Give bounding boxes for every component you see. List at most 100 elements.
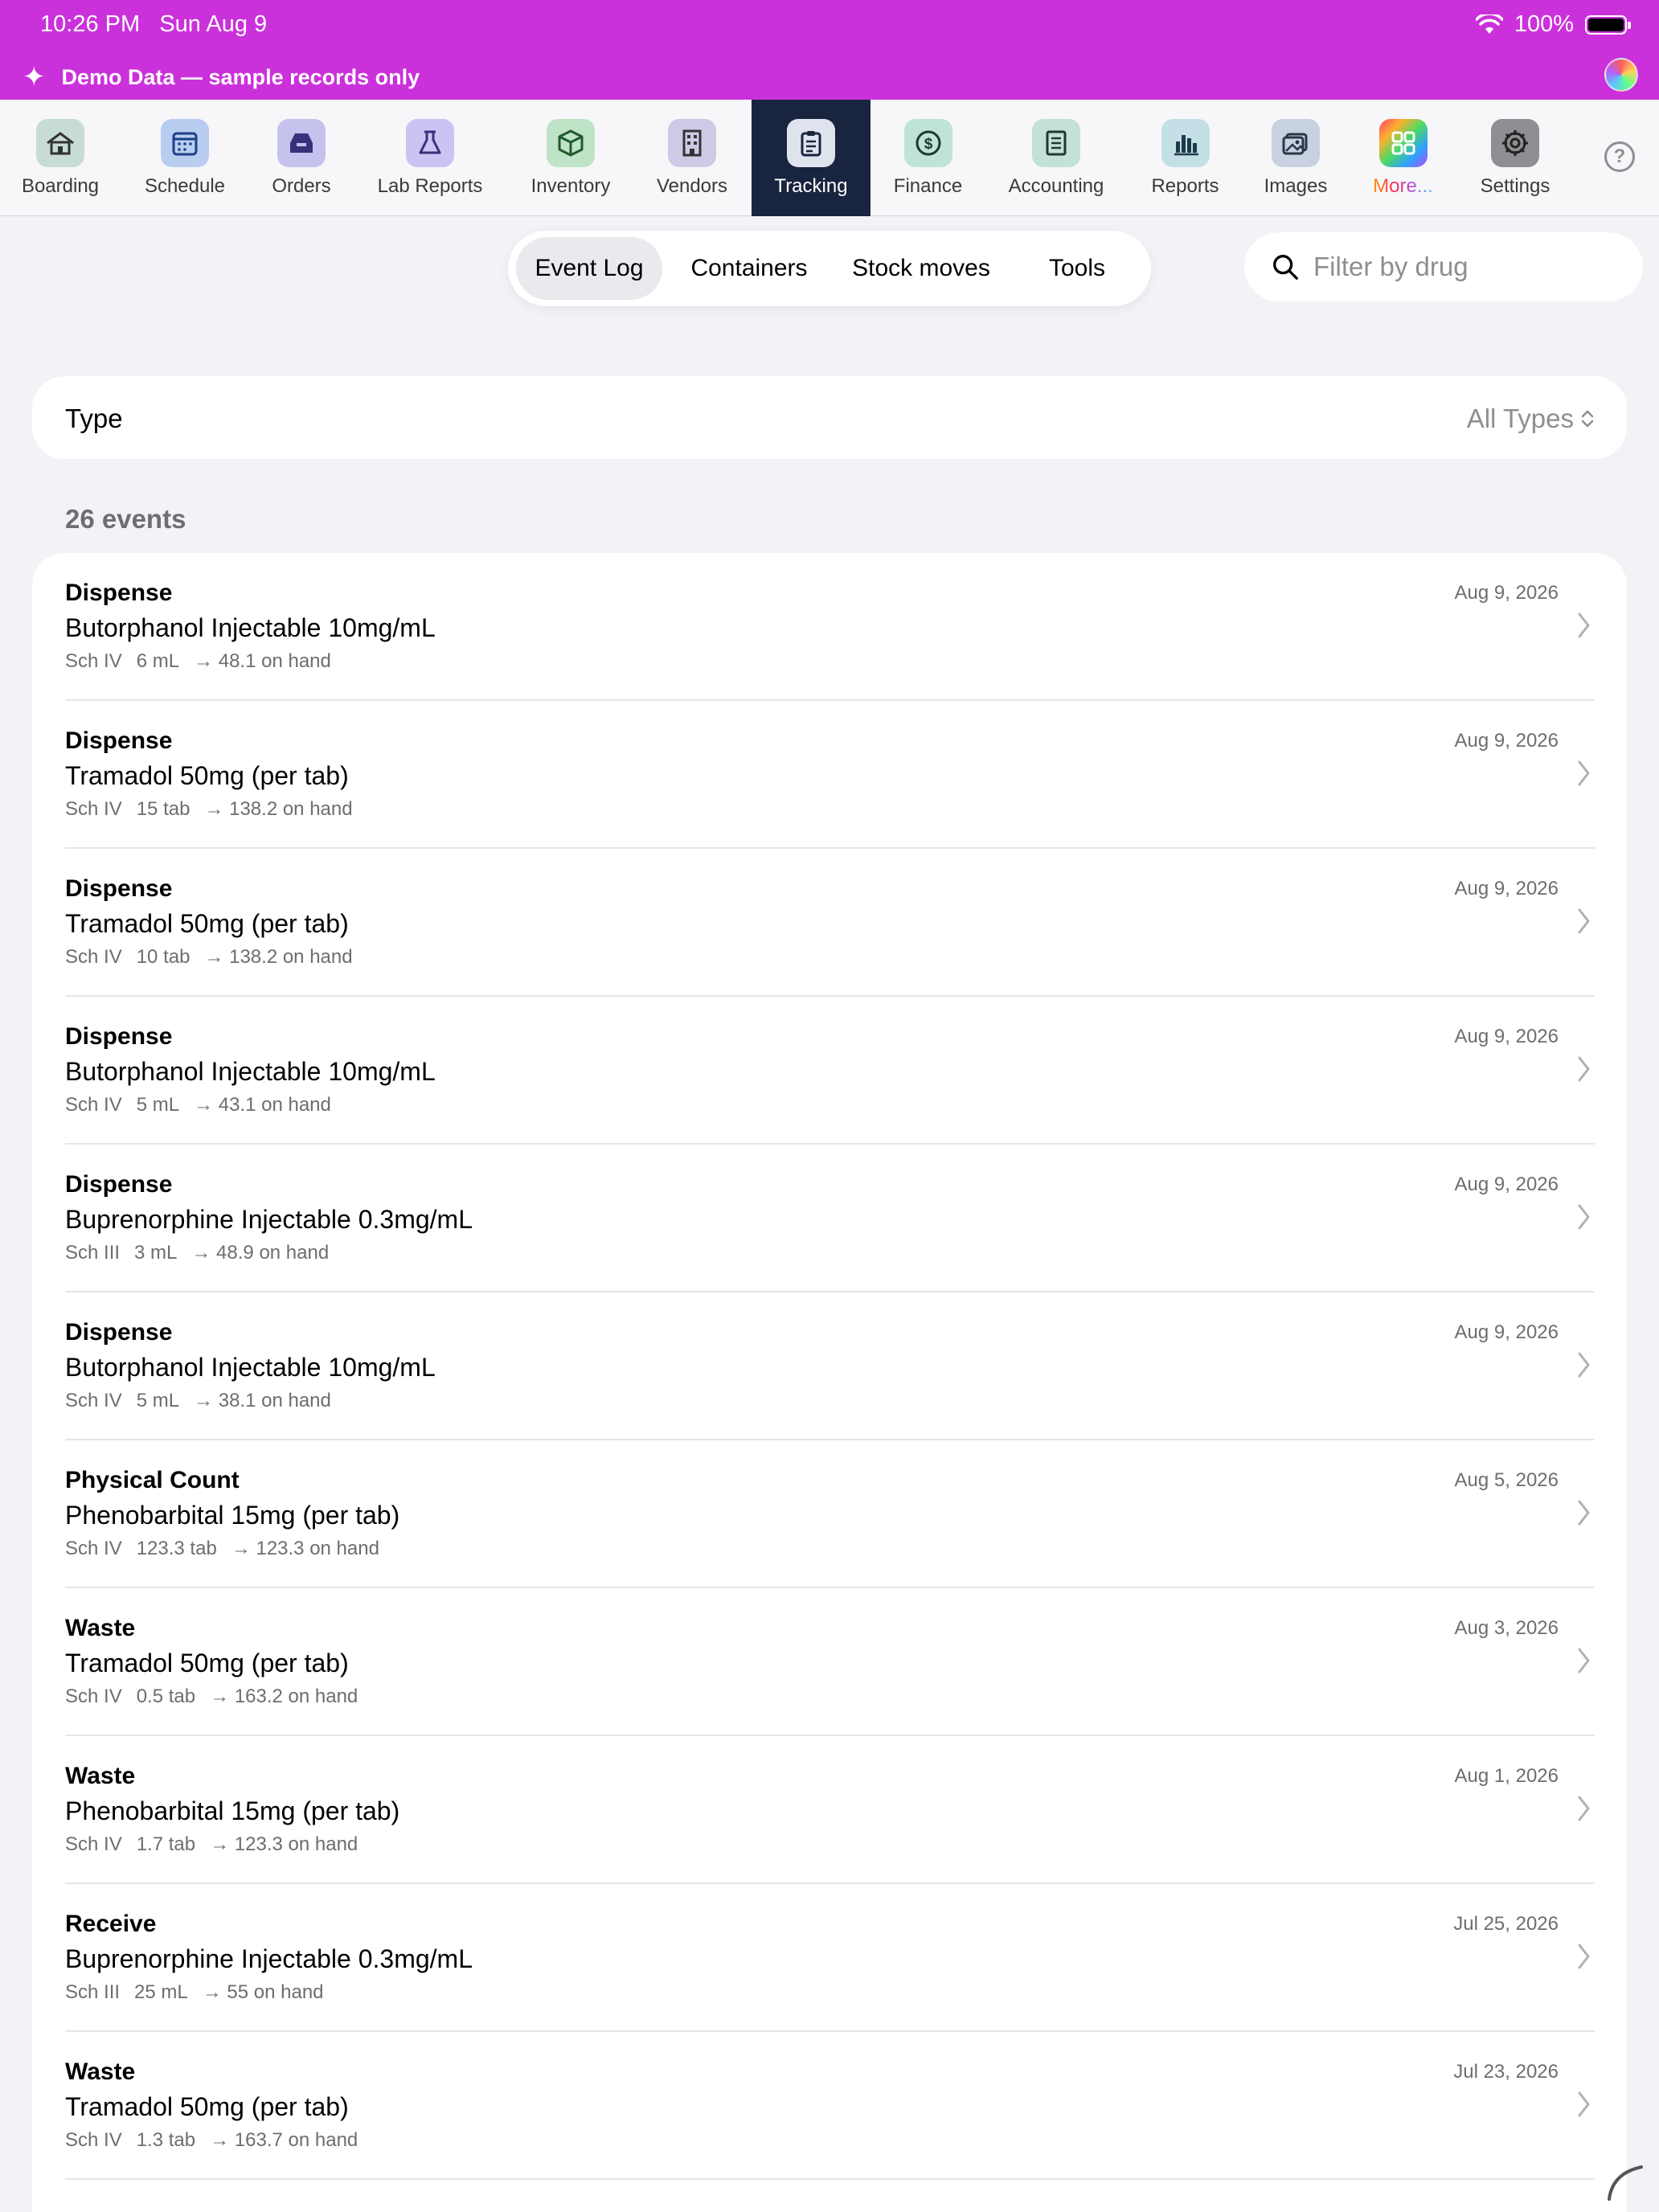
event-type: Waste bbox=[65, 1763, 136, 1789]
gear-icon bbox=[1491, 119, 1539, 167]
resize-handle-icon[interactable] bbox=[1604, 2162, 1645, 2202]
tab-label: Lab Reports bbox=[377, 175, 483, 197]
event-drug: Butorphanol Injectable 10mg/mL bbox=[65, 1353, 436, 1382]
flask-icon bbox=[406, 119, 454, 167]
chevron-right-icon bbox=[1578, 908, 1590, 934]
tab-reports[interactable]: Reports bbox=[1127, 100, 1243, 216]
event-schedule: Sch IV bbox=[65, 1094, 122, 1116]
type-filter-row[interactable]: Type All Types bbox=[32, 376, 1627, 459]
color-orb-icon[interactable] bbox=[1604, 58, 1638, 92]
tab-label: Inventory bbox=[530, 175, 611, 197]
event-row[interactable]: Physical Count Phenobarbital 15mg (per ta… bbox=[32, 1440, 1627, 1588]
event-schedule: Sch IV bbox=[65, 1538, 122, 1559]
event-schedule: Sch IV bbox=[65, 1390, 122, 1411]
event-on-hand: → 48.1 on hand bbox=[194, 650, 331, 672]
segment-containers[interactable]: Containers bbox=[669, 237, 830, 300]
event-on-hand: → 55 on hand bbox=[202, 1981, 324, 2003]
tab-label: Finance bbox=[893, 175, 963, 197]
event-quantity: 10 tab bbox=[136, 946, 190, 968]
segment-event-log[interactable]: Event Log bbox=[516, 237, 662, 300]
dollar-icon: $ bbox=[903, 119, 952, 167]
tab-orders[interactable]: Orders bbox=[241, 100, 362, 216]
type-filter-picker[interactable]: All Types bbox=[1467, 403, 1595, 434]
event-type: Physical Count bbox=[65, 1467, 240, 1493]
drug-search-field[interactable] bbox=[1244, 232, 1643, 301]
chevron-right-icon bbox=[1578, 1352, 1590, 1378]
clock-time: 10:26 PM bbox=[40, 11, 141, 37]
event-row[interactable]: Dispense Butorphanol Injectable 10mg/mL Sc… bbox=[32, 553, 1627, 701]
event-row[interactable]: Dispense Butorphanol Injectable 10mg/mL Sc… bbox=[32, 1292, 1627, 1440]
tab-label: Reports bbox=[1151, 175, 1219, 197]
event-quantity: 123.3 tab bbox=[136, 1538, 217, 1559]
clock-date: Sun Aug 9 bbox=[159, 11, 268, 37]
event-meta: Sch IV 6 mL → 48.1 on hand bbox=[65, 650, 331, 673]
event-date: Aug 9, 2026 bbox=[1454, 582, 1559, 604]
tab-finance[interactable]: $ Finance bbox=[870, 100, 985, 216]
event-on-hand: → 43.1 on hand bbox=[194, 1094, 331, 1116]
event-on-hand: → 48.9 on hand bbox=[191, 1242, 330, 1264]
event-row[interactable]: Dispense Tramadol 50mg (per tab) Sch IV 15 … bbox=[32, 701, 1627, 849]
tab-vendors[interactable]: Vendors bbox=[643, 100, 741, 216]
tab-boarding[interactable]: Boarding bbox=[0, 100, 121, 216]
tab-settings[interactable]: Settings bbox=[1458, 100, 1572, 216]
event-quantity: 1.7 tab bbox=[136, 1833, 196, 1855]
help-button[interactable]: ? bbox=[1604, 141, 1635, 172]
event-row[interactable]: Waste Tramadol 50mg (per tab) Sch IV 0.5 ta… bbox=[32, 1588, 1627, 1736]
event-date: Aug 9, 2026 bbox=[1454, 730, 1559, 752]
status-bar-right: 100% bbox=[1475, 11, 1631, 38]
tab-label: Tracking bbox=[774, 175, 848, 197]
event-schedule: Sch IV bbox=[65, 1686, 122, 1707]
event-row[interactable]: Dispense Butorphanol Injectable 10mg/mL Sc… bbox=[32, 997, 1627, 1145]
event-meta: Sch IV 123.3 tab → 123.3 on hand bbox=[65, 1538, 379, 1560]
event-drug: Tramadol 50mg (per tab) bbox=[65, 909, 349, 938]
tab-tracking[interactable]: Tracking bbox=[752, 100, 870, 216]
event-type: Receive bbox=[65, 1911, 157, 1937]
tab-label: Orders bbox=[272, 175, 331, 197]
event-row[interactable]: Waste Tramadol 50mg (per tab) Sch IV 1.3 ta… bbox=[32, 2032, 1627, 2180]
event-date: Aug 9, 2026 bbox=[1454, 878, 1559, 899]
event-meta: Sch IV 5 mL → 38.1 on hand bbox=[65, 1390, 331, 1412]
ledger-icon bbox=[1032, 119, 1080, 167]
event-row[interactable]: Dispense Tramadol 50mg (per tab) Sch IV 10 … bbox=[32, 849, 1627, 997]
event-drug: Butorphanol Injectable 10mg/mL bbox=[65, 613, 436, 642]
event-meta: Sch IV 15 tab → 138.2 on hand bbox=[65, 798, 353, 821]
event-date: Jul 23, 2026 bbox=[1453, 2061, 1559, 2083]
wifi-icon bbox=[1475, 14, 1503, 34]
event-quantity: 5 mL bbox=[136, 1390, 180, 1411]
chevron-right-icon bbox=[1578, 1648, 1590, 1673]
tab-inventory[interactable]: Inventory bbox=[498, 100, 643, 216]
top-tab-bar: Boarding Schedule Orders Lab Reports Invento… bbox=[0, 100, 1659, 216]
event-schedule: Sch IV bbox=[65, 650, 122, 672]
event-schedule: Sch III bbox=[65, 1981, 121, 2003]
event-meta: Sch IV 1.7 tab → 123.3 on hand bbox=[65, 1833, 358, 1856]
event-schedule: Sch IV bbox=[65, 798, 122, 820]
clipboard-icon bbox=[787, 119, 835, 167]
event-type: Waste bbox=[65, 1615, 136, 1641]
event-list: Dispense Butorphanol Injectable 10mg/mL Sc… bbox=[32, 553, 1627, 2212]
search-input[interactable] bbox=[1313, 252, 1619, 282]
event-quantity: 15 tab bbox=[136, 798, 190, 820]
calendar-icon bbox=[161, 119, 209, 167]
event-row[interactable]: Dispense Buprenorphine Injectable 0.3mg/m… bbox=[32, 1145, 1627, 1292]
event-quantity: 1.3 tab bbox=[136, 2129, 196, 2151]
event-row[interactable]: Receive Buprenorphine Injectable 0.3mg/mL… bbox=[32, 1884, 1627, 2032]
event-row[interactable]: Waste Phenobarbital 15mg (per tab) Sch IV 1… bbox=[32, 1736, 1627, 1884]
tab-label: Boarding bbox=[21, 175, 100, 197]
tab-schedule[interactable]: Schedule bbox=[129, 100, 241, 216]
event-drug: Buprenorphine Injectable 0.3mg/mL bbox=[65, 1944, 473, 1973]
event-meta: Sch III 3 mL → 48.9 on hand bbox=[65, 1242, 329, 1264]
event-meta: Sch IV 1.3 tab → 163.7 on hand bbox=[65, 2129, 358, 2152]
tab-lab-reports[interactable]: Lab Reports bbox=[362, 100, 498, 216]
event-quantity: 5 mL bbox=[136, 1094, 180, 1116]
tab-more[interactable]: More... bbox=[1348, 100, 1458, 216]
type-filter-label: Type bbox=[65, 403, 123, 433]
tab-accounting[interactable]: Accounting bbox=[985, 100, 1127, 216]
tab-images[interactable]: Images bbox=[1243, 100, 1348, 216]
chevron-right-icon bbox=[1578, 612, 1590, 638]
event-schedule: Sch III bbox=[65, 1242, 121, 1264]
segment-tools[interactable]: Tools bbox=[1013, 237, 1141, 300]
segment-stock-moves[interactable]: Stock moves bbox=[830, 237, 1013, 300]
demo-banner: 10:26 PM Sun Aug 9 100% ✦ Demo Data — sa… bbox=[0, 0, 1659, 100]
event-quantity: 3 mL bbox=[134, 1242, 178, 1264]
event-type: Dispense bbox=[65, 580, 173, 606]
